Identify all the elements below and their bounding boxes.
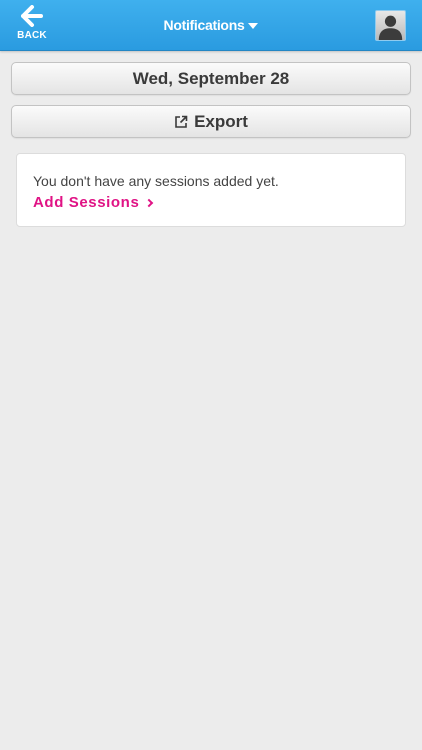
chevron-right-icon: [145, 198, 154, 207]
caret-down-icon: [248, 22, 259, 29]
profile-avatar-button[interactable]: [375, 10, 406, 41]
date-label: Wed, September 28: [132, 68, 290, 88]
add-sessions-label: Add Sessions: [33, 194, 140, 211]
add-sessions-link[interactable]: Add Sessions: [33, 194, 154, 211]
export-button[interactable]: Export: [11, 105, 411, 138]
empty-sessions-message: You don't have any sessions added yet.: [33, 173, 279, 189]
date-selector-button[interactable]: Wed, September 28: [11, 62, 411, 95]
sessions-card: You don't have any sessions added yet. A…: [16, 153, 406, 227]
top-nav-bar: BACK Notifications: [0, 0, 422, 51]
export-label: Export: [194, 111, 248, 131]
user-silhouette-icon: [378, 15, 403, 40]
page-title: Notifications: [163, 17, 245, 33]
notifications-dropdown[interactable]: Notifications: [164, 17, 259, 33]
external-link-icon: [174, 115, 194, 129]
